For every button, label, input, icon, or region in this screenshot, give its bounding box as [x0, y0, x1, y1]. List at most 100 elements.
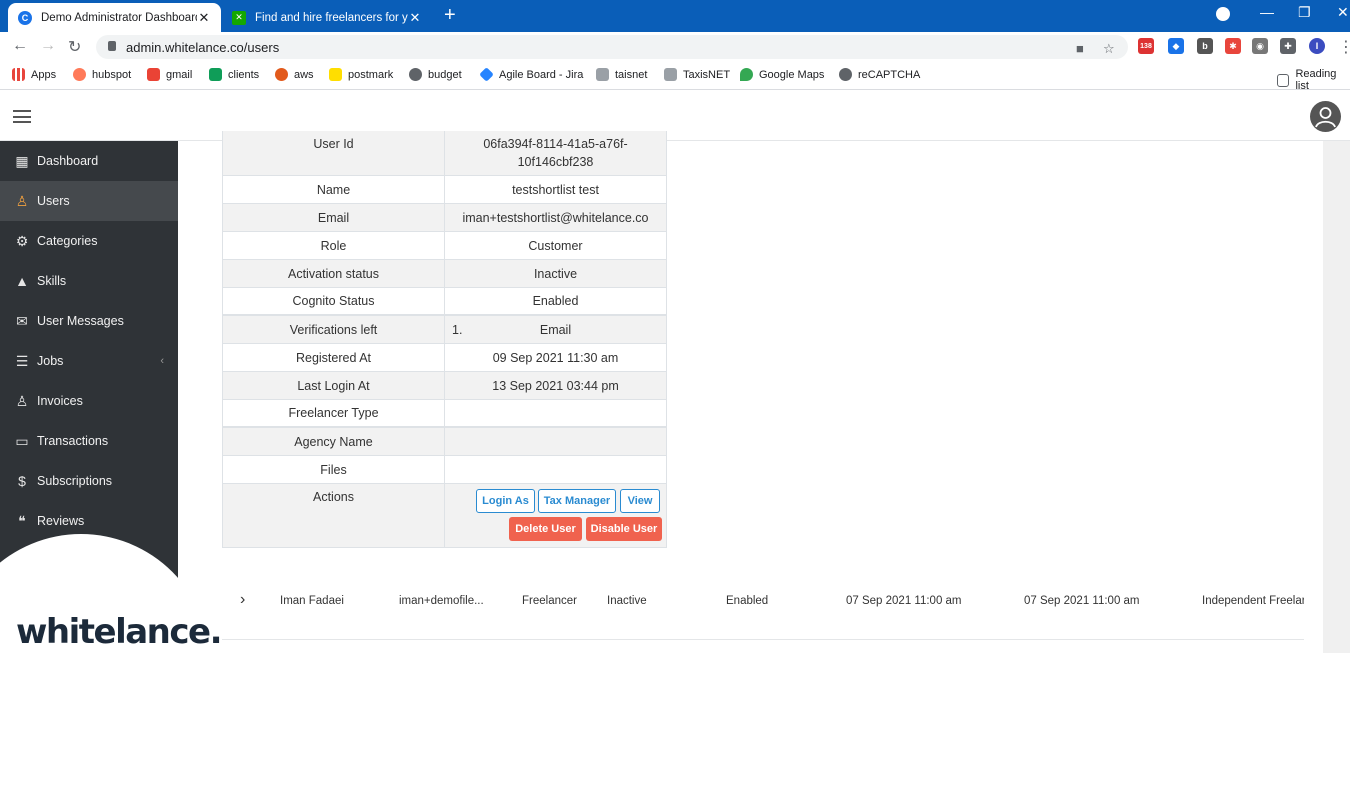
- new-tab-icon[interactable]: +: [444, 5, 456, 25]
- sidebar-item-skills[interactable]: ▲ Skills: [0, 261, 178, 301]
- profile-avatar[interactable]: I: [1309, 38, 1325, 54]
- gear-icon: ⚙: [15, 232, 29, 249]
- sidebar-item-subscriptions[interactable]: $ Subscriptions: [0, 461, 178, 501]
- chrome-menu-icon[interactable]: [1216, 7, 1230, 21]
- detail-row-actions: Actions Login As Tax Manager View Delete…: [222, 484, 667, 548]
- sidebar-item-users[interactable]: ♙ Users: [0, 181, 178, 221]
- sidebar-item-user-messages[interactable]: ✉ User Messages: [0, 301, 178, 341]
- disable-user-button[interactable]: Disable User: [586, 517, 662, 541]
- tab-title: Find and hire freelancers for you: [255, 11, 408, 24]
- bookmark-recaptcha[interactable]: reCAPTCHA: [839, 68, 920, 81]
- tab-close-icon[interactable]: ✕: [197, 10, 211, 26]
- bookmark-taisnet[interactable]: taisnet: [596, 68, 647, 81]
- detail-label: Freelancer Type: [222, 400, 445, 426]
- user-plus-icon: ♙: [15, 392, 29, 409]
- detail-row-email: Email iman+testshortlist@whitelance.co: [222, 204, 667, 232]
- star-icon[interactable]: ☆: [1103, 41, 1115, 57]
- user-detail-table: User Id 06fa394f-8114-41a5-a76f-10f146cb…: [222, 131, 667, 548]
- reading-list[interactable]: Reading list: [1277, 68, 1350, 92]
- browser-tab[interactable]: ✕ Find and hire freelancers for you ✕: [222, 3, 432, 32]
- detail-value: [445, 456, 667, 483]
- user-avatar[interactable]: [1310, 101, 1341, 132]
- sidebar-item-transactions[interactable]: ▭ Transactions: [0, 421, 178, 461]
- detail-value: [445, 428, 667, 455]
- detail-row-name: Name testshortlist test: [222, 176, 667, 204]
- envelope-icon: ✉: [16, 312, 28, 329]
- jira-icon: [479, 67, 494, 82]
- detail-value: [445, 400, 667, 426]
- building-icon: [664, 68, 677, 81]
- shield-extension-icon[interactable]: ◆: [1168, 38, 1184, 54]
- address-bar[interactable]: admin.whitelance.co/users ■ ☆: [96, 35, 1128, 59]
- bookmarks-bar: Apps hubspot gmail clients aws postmark …: [0, 62, 1350, 92]
- colorful-extension-icon[interactable]: ✱: [1225, 38, 1241, 54]
- back-icon[interactable]: ←: [12, 37, 28, 55]
- detail-label: Files: [222, 456, 445, 483]
- detail-value: iman+testshortlist@whitelance.co: [445, 204, 667, 231]
- detail-row-role: Role Customer: [222, 232, 667, 260]
- expand-chevron-icon[interactable]: ›: [240, 591, 245, 609]
- page-scrollbar[interactable]: [1323, 141, 1350, 653]
- bookmark-aws[interactable]: aws: [275, 68, 314, 81]
- bookmark-budget[interactable]: budget: [409, 68, 462, 81]
- view-button[interactable]: View: [620, 489, 660, 513]
- detail-row-freelancer-type: Freelancer Type: [222, 400, 667, 428]
- cell-registered: 07 Sep 2021 11:00 am: [846, 595, 962, 607]
- cell-role: Freelancer: [522, 595, 577, 607]
- table-row[interactable]: › Iman Fadaei iman+demofile... Freelance…: [222, 585, 1304, 640]
- hamburger-menu-icon[interactable]: [13, 110, 31, 123]
- close-window-icon[interactable]: ✕: [1337, 4, 1349, 21]
- restore-icon[interactable]: ❐: [1298, 4, 1311, 21]
- detail-value: Enabled: [445, 288, 667, 314]
- postmark-icon: [329, 68, 342, 81]
- tab-close-icon[interactable]: ✕: [408, 10, 422, 26]
- detail-value: 06fa394f-8114-41a5-a76f-10f146cbf238: [445, 131, 667, 175]
- apps-grid-icon: [12, 68, 25, 81]
- detail-row-user-id: User Id 06fa394f-8114-41a5-a76f-10f146cb…: [222, 131, 667, 176]
- bookmark-clients[interactable]: clients: [209, 68, 259, 81]
- bookmark-taxisnet[interactable]: TaxisNET: [664, 68, 730, 81]
- forward-icon[interactable]: →: [40, 37, 56, 55]
- detail-row-cognito-status: Cognito Status Enabled: [222, 288, 667, 316]
- whitelance-logo: whitelance.: [16, 612, 223, 652]
- person-icon: [1315, 107, 1336, 128]
- cell-activation: Inactive: [607, 595, 647, 607]
- camera-icon[interactable]: ■: [1076, 41, 1084, 56]
- kebab-menu-icon[interactable]: ⋮: [1338, 37, 1350, 57]
- detail-value: Customer: [445, 232, 667, 259]
- app-topbar: [0, 91, 1350, 141]
- detail-value: 13 Sep 2021 03:44 pm: [445, 372, 667, 399]
- browser-tabstrip: C Demo Administrator Dashboard ✕ ✕ Find …: [0, 0, 1350, 32]
- screenshot-extension-icon[interactable]: ◉: [1252, 38, 1268, 54]
- bookmark-gmail[interactable]: gmail: [147, 68, 192, 81]
- puzzle-icon[interactable]: ✚: [1280, 38, 1296, 54]
- bookmark-apps[interactable]: Apps: [12, 68, 56, 81]
- sidebar-item-jobs[interactable]: ☰ Jobs ‹: [0, 341, 178, 381]
- reload-icon[interactable]: ↻: [68, 37, 81, 57]
- sidebar-item-categories[interactable]: ⚙ Categories: [0, 221, 178, 261]
- login-as-button[interactable]: Login As: [476, 489, 535, 513]
- tab-favicon-icon: ✕: [232, 10, 246, 25]
- cell-last-login: 07 Sep 2021 11:00 am: [1024, 595, 1140, 607]
- bookmark-hubspot[interactable]: hubspot: [73, 68, 131, 81]
- bookmark-jira[interactable]: Agile Board - Jira: [479, 67, 583, 82]
- extension-badge-icon[interactable]: 138: [1138, 38, 1154, 54]
- money-icon: ▭: [15, 432, 29, 449]
- sidebar-item-dashboard[interactable]: ▦ Dashboard: [0, 141, 178, 181]
- delete-user-button[interactable]: Delete User: [509, 517, 582, 541]
- extension-icon[interactable]: b: [1197, 38, 1213, 54]
- browser-tab-active[interactable]: C Demo Administrator Dashboard ✕: [8, 3, 221, 32]
- bookmark-postmark[interactable]: postmark: [329, 68, 393, 81]
- sidebar-item-invoices[interactable]: ♙ Invoices: [0, 381, 178, 421]
- verification-item: Email: [539, 322, 572, 337]
- bookmark-google-maps[interactable]: Google Maps: [740, 68, 824, 81]
- tab-title: Demo Administrator Dashboard: [41, 11, 197, 24]
- detail-label: Role: [222, 232, 445, 259]
- cell-name: Iman Fadaei: [280, 595, 344, 607]
- dollar-icon: $: [18, 473, 26, 489]
- detail-label: Last Login At: [222, 372, 445, 399]
- actions-cell: Login As Tax Manager View Delete User Di…: [445, 484, 667, 547]
- minimize-icon[interactable]: —: [1260, 4, 1274, 20]
- aws-icon: [275, 68, 288, 81]
- tax-manager-button[interactable]: Tax Manager: [538, 489, 616, 513]
